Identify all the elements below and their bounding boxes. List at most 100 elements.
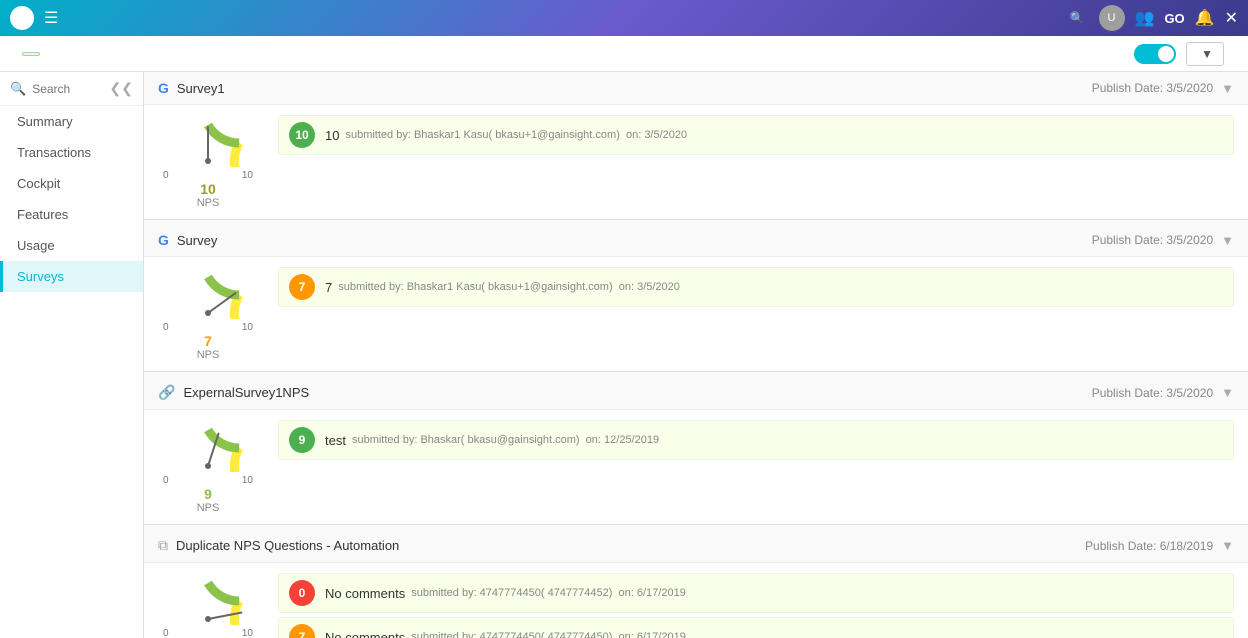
response-meta: submitted by: 4747774450( 4747774450) on… [411, 631, 686, 638]
response-row: 9 test submitted by: Bhaskar( bkasu@gain… [278, 420, 1234, 460]
duplicate-icon: ⧉ [158, 537, 168, 554]
gauge-container-0: 0 10 10 NPS [158, 115, 258, 209]
survey-section-0: G Survey1 Publish Date: 3/5/2020 ▼ 0 10 … [144, 72, 1248, 220]
sub-header: ▼ [0, 36, 1248, 72]
sidebar-item-usage[interactable]: Usage [0, 230, 143, 261]
score-badge: 10 [289, 122, 315, 148]
survey-body-2: 0 10 9 NPS 9 test submitted by: Bhaskar(… [144, 410, 1248, 524]
score-badge: 0 [289, 580, 315, 606]
gauge-max: 10 [242, 475, 253, 486]
gauge-svg-wrap [163, 115, 253, 170]
score-badge: 7 [289, 624, 315, 638]
response-text: 7 [325, 280, 332, 295]
survey-section-2: 🔗 ExpernalSurvey1NPS Publish Date: 3/5/2… [144, 376, 1248, 525]
people-icon[interactable]: 👥 [1135, 8, 1155, 28]
survey-name: Survey1 [177, 81, 1092, 96]
search-input[interactable] [32, 82, 103, 96]
gauge-svg-wrap [163, 420, 253, 475]
sidebar-item-summary[interactable]: Summary [0, 106, 143, 137]
gauge-svg-wrap [163, 573, 253, 628]
gauge-value: 10 [200, 181, 216, 197]
gauge-container-1: 0 10 7 NPS [158, 267, 258, 361]
survey-header-3: ⧉ Duplicate NPS Questions - Automation P… [144, 529, 1248, 563]
score-badge: 7 [289, 274, 315, 300]
publish-date: Publish Date: 3/5/2020 [1092, 233, 1213, 247]
collapse-icon[interactable]: ❮❮ [110, 80, 133, 97]
response-text: No comments [325, 630, 405, 638]
responses-0: 10 10 submitted by: Bhaskar1 Kasu( bkasu… [278, 115, 1234, 159]
gauge-min: 0 [163, 475, 169, 486]
toggle-switch[interactable] [1134, 44, 1176, 64]
gauge-nps-label: NPS [197, 349, 220, 361]
gauge-nps-label: NPS [197, 502, 220, 514]
sidebar-item-features[interactable]: Features [0, 199, 143, 230]
sidebar: 🔍 ❮❮ SummaryTransactionsCockpitFeaturesU… [0, 72, 144, 638]
survey-name: Duplicate NPS Questions - Automation [176, 538, 1085, 553]
external-icon: 🔗 [158, 384, 175, 401]
gauge-axis: 0 10 [163, 170, 253, 181]
chevron-down-icon[interactable]: ▼ [1221, 538, 1234, 553]
scrolling-toggle[interactable] [1134, 44, 1176, 64]
publish-date: Publish Date: 6/18/2019 [1085, 539, 1213, 553]
sub-header-controls: ▼ [1124, 42, 1234, 66]
survey-section-3: ⧉ Duplicate NPS Questions - Automation P… [144, 529, 1248, 638]
google-icon: G [158, 80, 169, 96]
gauge-svg-wrap [163, 267, 253, 322]
gauge-axis: 0 10 [163, 322, 253, 333]
search-area[interactable]: 🔍 [1070, 11, 1089, 25]
gauge-axis: 0 10 [163, 475, 253, 486]
chevron-down-icon[interactable]: ▼ [1221, 81, 1234, 96]
toggle-knob [1158, 46, 1174, 62]
survey-header-0: G Survey1 Publish Date: 3/5/2020 ▼ [144, 72, 1248, 105]
survey-name: Survey [177, 233, 1092, 248]
response-text: 10 [325, 128, 339, 143]
survey-header-1: G Survey Publish Date: 3/5/2020 ▼ [144, 224, 1248, 257]
hamburger-icon[interactable]: ☰ [44, 8, 58, 28]
search-icon: 🔍 [10, 81, 26, 97]
export-button[interactable]: ▼ [1186, 42, 1224, 66]
avatar[interactable]: U [1099, 5, 1125, 31]
survey-body-3: 0 10 5.67 NPS 0 No comments submitted by… [144, 563, 1248, 638]
gauge-axis: 0 10 [163, 628, 253, 638]
chevron-down-icon[interactable]: ▼ [1221, 233, 1234, 248]
content-area: G Survey1 Publish Date: 3/5/2020 ▼ 0 10 … [144, 72, 1248, 638]
gauge-container-3: 0 10 5.67 NPS [158, 573, 258, 638]
survey-section-1: G Survey Publish Date: 3/5/2020 ▼ 0 10 7… [144, 224, 1248, 372]
survey-body-0: 0 10 10 NPS 10 10 submitted by: Bhaskar1… [144, 105, 1248, 219]
sidebar-item-surveys[interactable]: Surveys [0, 261, 143, 292]
chevron-down-icon[interactable]: ▼ [1221, 385, 1234, 400]
response-meta: submitted by: Bhaskar( bkasu@gainsight.c… [352, 434, 659, 446]
top-nav-right: 🔍 U 👥 GO 🔔 ✕ [1070, 5, 1238, 31]
score-badge: 9 [289, 427, 315, 453]
survey-body-1: 0 10 7 NPS 7 7 submitted by: Bhaskar1 Ka… [144, 257, 1248, 371]
active-badge [22, 52, 40, 56]
response-text: test [325, 433, 346, 448]
response-meta: submitted by: Bhaskar1 Kasu( bkasu+1@gai… [345, 129, 687, 141]
search-icon: 🔍 [1070, 11, 1085, 25]
close-icon[interactable]: ✕ [1225, 8, 1238, 28]
gauge-max: 10 [242, 322, 253, 333]
gauge-min: 0 [163, 170, 169, 181]
bell-icon[interactable]: 🔔 [1195, 8, 1215, 28]
gauge-nps-label: NPS [197, 197, 220, 209]
response-row: 0 No comments submitted by: 4747774450( … [278, 573, 1234, 613]
response-row: 7 7 submitted by: Bhaskar1 Kasu( bkasu+1… [278, 267, 1234, 307]
chevron-down-icon: ▼ [1201, 47, 1213, 61]
top-nav: ☰ 🔍 U 👥 GO 🔔 ✕ [0, 0, 1248, 36]
main-layout: 🔍 ❮❮ SummaryTransactionsCockpitFeaturesU… [0, 72, 1248, 638]
gauge-min: 0 [163, 628, 169, 638]
responses-1: 7 7 submitted by: Bhaskar1 Kasu( bkasu+1… [278, 267, 1234, 311]
response-text: No comments [325, 586, 405, 601]
sidebar-items: SummaryTransactionsCockpitFeaturesUsageS… [0, 106, 143, 292]
sidebar-search: 🔍 ❮❮ [0, 72, 143, 106]
response-meta: submitted by: Bhaskar1 Kasu( bkasu+1@gai… [338, 281, 680, 293]
sidebar-item-cockpit[interactable]: Cockpit [0, 168, 143, 199]
survey-name: ExpernalSurvey1NPS [183, 385, 1091, 400]
survey-header-2: 🔗 ExpernalSurvey1NPS Publish Date: 3/5/2… [144, 376, 1248, 410]
gauge-value: 7 [204, 333, 212, 349]
gauge-value: 9 [204, 486, 212, 502]
publish-date: Publish Date: 3/5/2020 [1092, 386, 1213, 400]
response-row: 7 No comments submitted by: 4747774450( … [278, 617, 1234, 638]
gauge-max: 10 [242, 170, 253, 181]
sidebar-item-transactions[interactable]: Transactions [0, 137, 143, 168]
